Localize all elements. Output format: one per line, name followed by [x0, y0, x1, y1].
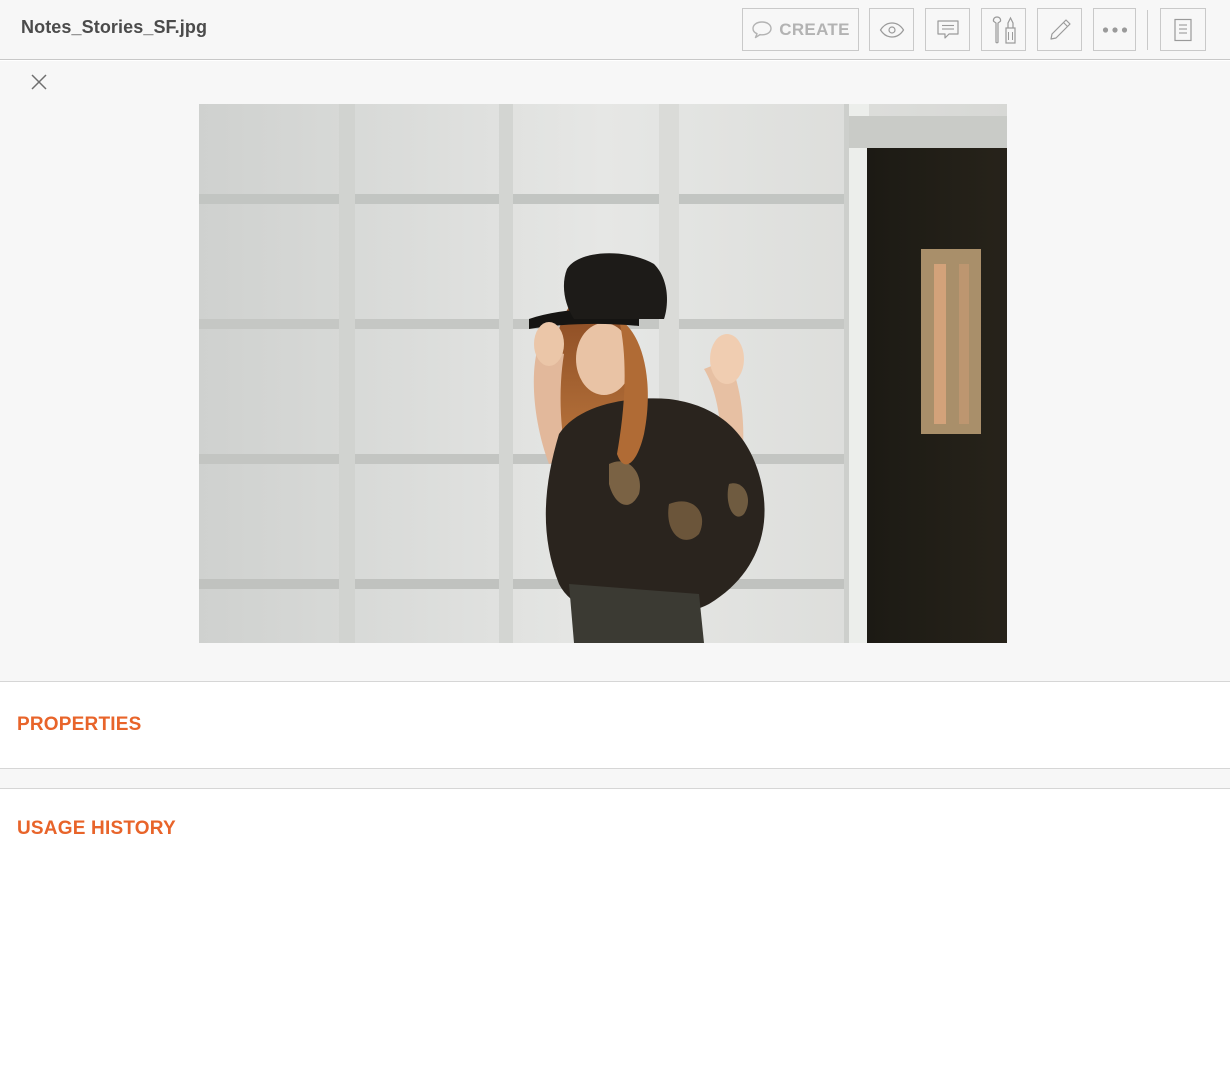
ellipsis-icon — [1102, 26, 1128, 34]
speech-bubble-icon — [751, 20, 773, 40]
more-button[interactable] — [1093, 8, 1136, 51]
pencil-icon — [1047, 17, 1073, 43]
close-icon[interactable] — [28, 71, 50, 93]
properties-section: PROPERTIES — [0, 681, 1230, 769]
properties-heading[interactable]: PROPERTIES — [17, 714, 141, 736]
file-title: Notes_Stories_SF.jpg — [21, 17, 208, 37]
top-toolbar: Notes_Stories_SF.jpg CREATE — [0, 0, 1230, 60]
edit-button[interactable] — [1037, 8, 1082, 51]
usage-history-heading[interactable]: USAGE HISTORY — [17, 818, 176, 840]
asset-image — [199, 104, 1007, 643]
comment-icon — [936, 19, 960, 41]
tools-button[interactable] — [981, 8, 1026, 51]
toolbar-divider — [1147, 10, 1148, 50]
asset-viewer — [0, 61, 1230, 681]
create-button[interactable]: CREATE — [742, 8, 859, 51]
section-spacer — [0, 769, 1230, 788]
create-label: CREATE — [779, 19, 850, 39]
document-icon — [1173, 18, 1193, 42]
eye-icon — [879, 21, 905, 38]
tools-icon — [991, 15, 1017, 45]
preview-button[interactable] — [869, 8, 914, 51]
usage-history-section: USAGE HISTORY — [0, 788, 1230, 1075]
comments-button[interactable] — [925, 8, 970, 51]
details-button[interactable] — [1160, 8, 1206, 51]
